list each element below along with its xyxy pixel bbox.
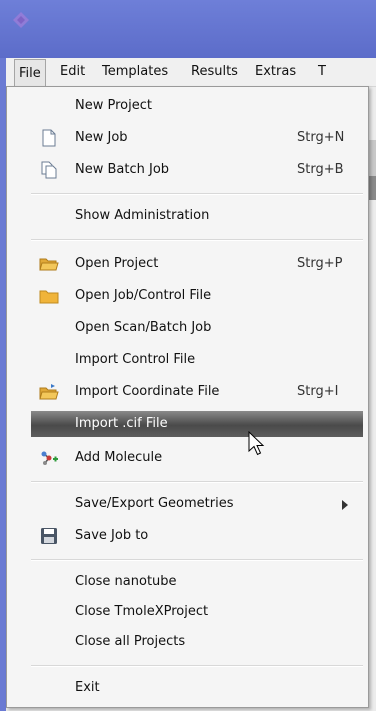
mouse-pointer-icon <box>248 430 266 457</box>
menu-item-exit[interactable]: Exit <box>7 673 368 703</box>
menu-item-label: New Batch Job <box>75 162 170 177</box>
menu-separator <box>31 559 363 561</box>
menu-item-label: Import Control File <box>75 352 196 367</box>
menu-item-label: Show Administration <box>75 208 210 223</box>
menu-tools[interactable]: T <box>318 58 326 86</box>
menu-separator <box>31 481 363 483</box>
menu-item-new-project[interactable]: New Project <box>7 91 368 121</box>
menu-item-save-export-geometries[interactable]: Save/Export Geometries <box>7 489 368 519</box>
menu-item-label: Add Molecule <box>75 450 163 465</box>
menu-item-label: New Job <box>75 130 128 145</box>
menu-item-open-job-control-file[interactable]: Open Job/Control File <box>7 281 368 311</box>
menu-item-label: Open Job/Control File <box>75 288 212 303</box>
menu-results[interactable]: Results <box>191 58 238 86</box>
menu-bar: File Edit Templates Results Extras T <box>6 58 376 87</box>
menu-item-shortcut: Strg+B <box>297 162 344 177</box>
menu-item-label: Exit <box>75 680 100 695</box>
menu-item-label: Import .cif File <box>75 416 168 431</box>
menu-separator <box>31 665 363 667</box>
new-document-icon <box>39 129 59 147</box>
menu-separator <box>31 193 363 195</box>
menu-item-label: Save Job to <box>75 528 149 543</box>
menu-item-label: Close TmoleXProject <box>75 604 209 619</box>
menu-item-label: Save/Export Geometries <box>75 496 234 511</box>
menu-item-new-batch-job[interactable]: New Batch Job Strg+B <box>7 155 368 185</box>
app-logo-icon <box>10 9 32 31</box>
molecule-add-icon <box>39 449 59 467</box>
batch-documents-icon <box>39 161 59 179</box>
menu-item-label: Close all Projects <box>75 634 186 649</box>
menu-item-open-project[interactable]: Open Project Strg+P <box>7 249 368 279</box>
menu-item-close-tmolexproject[interactable]: Close TmoleXProject <box>7 597 368 627</box>
menu-item-add-molecule[interactable]: Add Molecule <box>7 443 368 473</box>
folder-icon <box>39 287 59 305</box>
menu-separator <box>31 239 363 241</box>
menu-item-import-control-file[interactable]: Import Control File <box>7 345 368 375</box>
title-bar <box>0 0 376 58</box>
menu-item-shortcut: Strg+I <box>297 384 339 399</box>
menu-item-label: Close nanotube <box>75 574 177 589</box>
background-scrollbar <box>368 176 376 200</box>
menu-item-label: Open Scan/Batch Job <box>75 320 212 335</box>
submenu-arrow-icon <box>342 500 348 510</box>
menu-file[interactable]: File <box>14 59 46 86</box>
menu-item-open-scan-batch-job[interactable]: Open Scan/Batch Job <box>7 313 368 343</box>
menu-item-label: Open Project <box>75 256 159 271</box>
menu-extras[interactable]: Extras <box>255 58 296 86</box>
menu-item-import-coordinate-file[interactable]: Import Coordinate File Strg+I <box>7 377 368 407</box>
menu-item-label: New Project <box>75 98 152 113</box>
menu-item-label: Import Coordinate File <box>75 384 220 399</box>
floppy-disk-icon <box>39 527 59 545</box>
import-folder-icon <box>39 383 59 401</box>
menu-templates[interactable]: Templates <box>102 58 168 86</box>
menu-item-shortcut: Strg+P <box>297 256 343 271</box>
open-folder-icon <box>39 255 59 273</box>
menu-item-shortcut: Strg+N <box>297 130 345 145</box>
menu-item-close-nanotube[interactable]: Close nanotube <box>7 567 368 597</box>
menu-item-new-job[interactable]: New Job Strg+N <box>7 123 368 153</box>
menu-item-show-administration[interactable]: Show Administration <box>7 201 368 231</box>
file-menu-dropdown: New Project New Job Strg+N New Batch Job… <box>6 86 369 708</box>
menu-item-import-cif-file[interactable]: Import .cif File <box>31 411 363 437</box>
menu-edit[interactable]: Edit <box>60 58 85 86</box>
menu-item-close-all-projects[interactable]: Close all Projects <box>7 627 368 657</box>
menu-item-save-job-to[interactable]: Save Job to <box>7 521 368 551</box>
